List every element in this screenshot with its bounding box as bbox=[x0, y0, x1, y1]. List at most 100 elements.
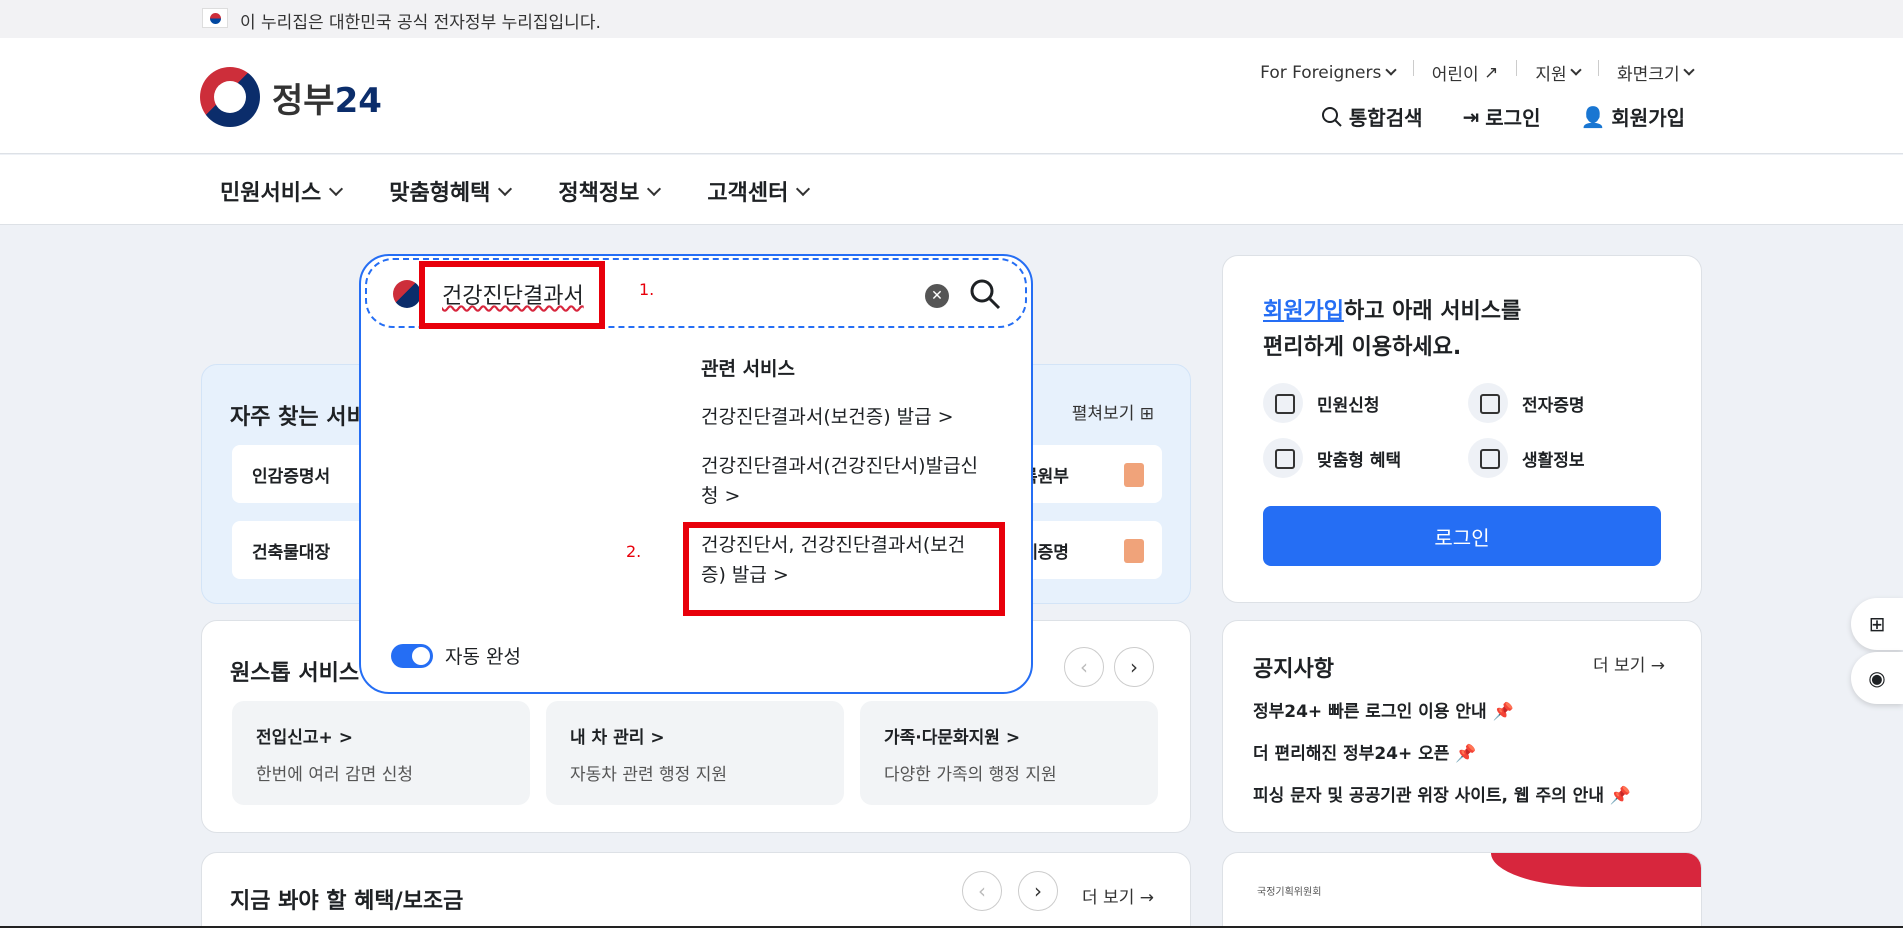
related-item[interactable]: 건강진단결과서(건강진단서)발급신 청 > bbox=[701, 451, 978, 511]
support-menu[interactable]: 지원 bbox=[1535, 60, 1582, 85]
pin-icon: 📌 bbox=[1455, 744, 1477, 764]
annotation-box-2 bbox=[683, 522, 1005, 616]
prev-button[interactable]: ‹ bbox=[962, 871, 1002, 911]
signup-link[interactable]: 👤 회원가입 bbox=[1580, 102, 1685, 131]
chevron-down-icon bbox=[1385, 64, 1397, 76]
onestop-item-title: 내 차 관리 > bbox=[570, 728, 665, 748]
service-civil-application[interactable]: 민원신청 bbox=[1263, 383, 1380, 423]
grid-icon: ⊞ bbox=[1139, 404, 1154, 424]
grid-icon: ⊞ bbox=[1868, 612, 1886, 636]
chatbot-button[interactable]: ◉ bbox=[1851, 652, 1903, 704]
promo-banner[interactable]: 국정기획위원회 bbox=[1222, 852, 1702, 928]
onestop-item[interactable]: 내 차 관리 > 자동차 관련 행정 지원 bbox=[546, 701, 844, 805]
related-item-label: 청 > bbox=[701, 485, 741, 507]
nav-item-civil-service[interactable]: 민원서비스 bbox=[220, 175, 344, 207]
onestop-title: 원스톱 서비스 bbox=[230, 661, 360, 686]
notice-item[interactable]: 피싱 문자 및 공공기관 위장 사이트, 웹 주의 안내 📌 bbox=[1253, 781, 1631, 806]
autocomplete-toggle[interactable]: 자동 완성 bbox=[391, 642, 521, 669]
header: 정부24 For Foreigners 어린이 ↗ 지원 화면크기 통합검색 ⇥… bbox=[0, 38, 1903, 154]
next-button[interactable]: › bbox=[1114, 647, 1154, 687]
onestop-item-title: 가족·다문화지원 > bbox=[884, 728, 1021, 748]
for-foreigners-link[interactable]: For Foreigners bbox=[1260, 60, 1397, 85]
add-user-icon: 👤 bbox=[1580, 104, 1606, 129]
service-label: 맞춤형 혜택 bbox=[1317, 450, 1402, 471]
service-custom-benefits[interactable]: 맞춤형 혜택 bbox=[1263, 438, 1401, 478]
banner-caption: 국정기획위원회 bbox=[1257, 887, 1322, 898]
inbox-icon bbox=[1263, 383, 1303, 423]
document-icon bbox=[1124, 539, 1144, 563]
next-button[interactable]: › bbox=[1018, 871, 1058, 911]
related-item[interactable]: 건강진단결과서(보건증) 발급 > bbox=[701, 402, 954, 432]
screen-size-label: 화면크기 bbox=[1617, 65, 1680, 85]
korea-flag-icon bbox=[202, 8, 228, 28]
toggle-switch[interactable] bbox=[391, 643, 433, 668]
external-link-icon: ↗ bbox=[1484, 62, 1499, 83]
frequent-item-tax-certificate[interactable]: 세증명 bbox=[1022, 521, 1162, 579]
notice-item[interactable]: 더 편리해진 정부24+ 오픈 📌 bbox=[1253, 739, 1477, 764]
chevron-down-icon bbox=[1570, 64, 1582, 76]
service-e-certificate[interactable]: 전자증명 bbox=[1468, 383, 1585, 423]
chevron-down-icon bbox=[796, 181, 811, 196]
chevron-down-icon bbox=[1683, 64, 1695, 76]
nav-item-policy-info[interactable]: 정책정보 bbox=[558, 175, 662, 207]
service-label: 생활정보 bbox=[1522, 450, 1585, 471]
notice-item[interactable]: 정부24+ 빠른 로그인 이용 안내 📌 bbox=[1253, 697, 1514, 722]
header-actions: 통합검색 ⇥ 로그인 👤 회원가입 bbox=[1321, 102, 1685, 131]
certificate-icon bbox=[1468, 383, 1508, 423]
divider bbox=[1412, 60, 1414, 76]
bookmark-icon bbox=[1468, 438, 1508, 478]
login-card: 회원가입하고 아래 서비스를 편리하게 이용하세요. 민원신청 전자증명 맞춤형… bbox=[1222, 255, 1702, 603]
login-button[interactable]: 로그인 bbox=[1263, 506, 1661, 566]
main-nav: 민원서비스 맞춤형혜택 정책정보 고객센터 bbox=[0, 155, 1903, 225]
nav-label: 맞춤형혜택 bbox=[389, 181, 491, 206]
annotation-label-2: 2. bbox=[626, 542, 642, 561]
nav-item-custom-benefits[interactable]: 맞춤형혜택 bbox=[389, 175, 513, 207]
divider bbox=[1598, 60, 1600, 76]
expand-button[interactable]: 펼쳐보기 ⊞ bbox=[1072, 399, 1154, 424]
nav-item-customer-center[interactable]: 고객센터 bbox=[707, 175, 811, 207]
search-popup: 건강진단결과서 ✕ 1. 관련 서비스 건강진단결과서(보건증) 발급 > 건강… bbox=[359, 254, 1033, 694]
notice-card: 공지사항 더 보기 → 정부24+ 빠른 로그인 이용 안내 📌 더 편리해진 … bbox=[1222, 620, 1702, 833]
screen-size-menu[interactable]: 화면크기 bbox=[1617, 60, 1695, 85]
search-icon bbox=[1321, 106, 1342, 127]
chevron-down-icon bbox=[498, 181, 513, 196]
onestop-item-title: 전입신고+ > bbox=[256, 728, 353, 748]
kids-link[interactable]: 어린이 ↗ bbox=[1432, 60, 1499, 86]
signup-link[interactable]: 회원가입 bbox=[1263, 299, 1344, 324]
expand-label: 펼쳐보기 bbox=[1071, 404, 1135, 424]
onestop-item-desc: 자동차 관련 행정 지원 bbox=[570, 765, 727, 785]
integrated-search-button[interactable]: 통합검색 bbox=[1321, 102, 1423, 131]
gift-icon bbox=[1263, 438, 1303, 478]
frequent-item-register[interactable]: 록원부 bbox=[1022, 445, 1162, 503]
service-label: 전자증명 bbox=[1522, 395, 1585, 416]
related-item-label: 건강진단결과서(보건증) 발급 > bbox=[701, 406, 954, 428]
search-icon[interactable] bbox=[969, 278, 1001, 310]
nav-label: 민원서비스 bbox=[220, 181, 322, 206]
document-icon bbox=[1124, 463, 1144, 487]
service-label: 민원신청 bbox=[1317, 395, 1380, 416]
nav-label: 정책정보 bbox=[558, 181, 640, 206]
gov-banner-text: 이 누리집은 대한민국 공식 전자정부 누리집입니다. bbox=[240, 13, 601, 33]
chevron-right-icon: › bbox=[1130, 655, 1138, 679]
logo-accent: 24 bbox=[334, 80, 382, 121]
login-message-line2: 편리하게 이용하세요. bbox=[1263, 335, 1462, 360]
logo[interactable]: 정부24 bbox=[200, 66, 382, 128]
government-emblem-icon bbox=[393, 280, 421, 308]
service-life-info[interactable]: 생활정보 bbox=[1468, 438, 1585, 478]
support-label: 지원 bbox=[1535, 65, 1567, 85]
notice-item-label: 더 편리해진 정부24+ 오픈 bbox=[1253, 744, 1450, 764]
login-link[interactable]: ⇥ 로그인 bbox=[1463, 102, 1541, 131]
onestop-item[interactable]: 가족·다문화지원 > 다양한 가족의 행정 지원 bbox=[860, 701, 1158, 805]
login-message: 회원가입하고 아래 서비스를 편리하게 이용하세요. bbox=[1263, 294, 1521, 366]
onestop-item[interactable]: 전입신고+ > 한번에 여러 감면 신청 bbox=[232, 701, 530, 805]
related-services-title: 관련 서비스 bbox=[701, 358, 796, 380]
quick-menu-button[interactable]: ⊞ bbox=[1851, 598, 1903, 650]
benefits-title: 지금 봐야 할 혜택/보조금 bbox=[230, 889, 464, 914]
gov-banner: 이 누리집은 대한민국 공식 전자정부 누리집입니다. bbox=[0, 0, 1903, 38]
banner-decoration bbox=[1491, 853, 1701, 887]
notice-more-link[interactable]: 더 보기 → bbox=[1593, 651, 1665, 676]
benefits-more-link[interactable]: 더 보기 → bbox=[1082, 883, 1154, 908]
pin-icon: 📌 bbox=[1609, 786, 1632, 806]
prev-button[interactable]: ‹ bbox=[1064, 647, 1104, 687]
clear-icon[interactable]: ✕ bbox=[925, 284, 949, 308]
